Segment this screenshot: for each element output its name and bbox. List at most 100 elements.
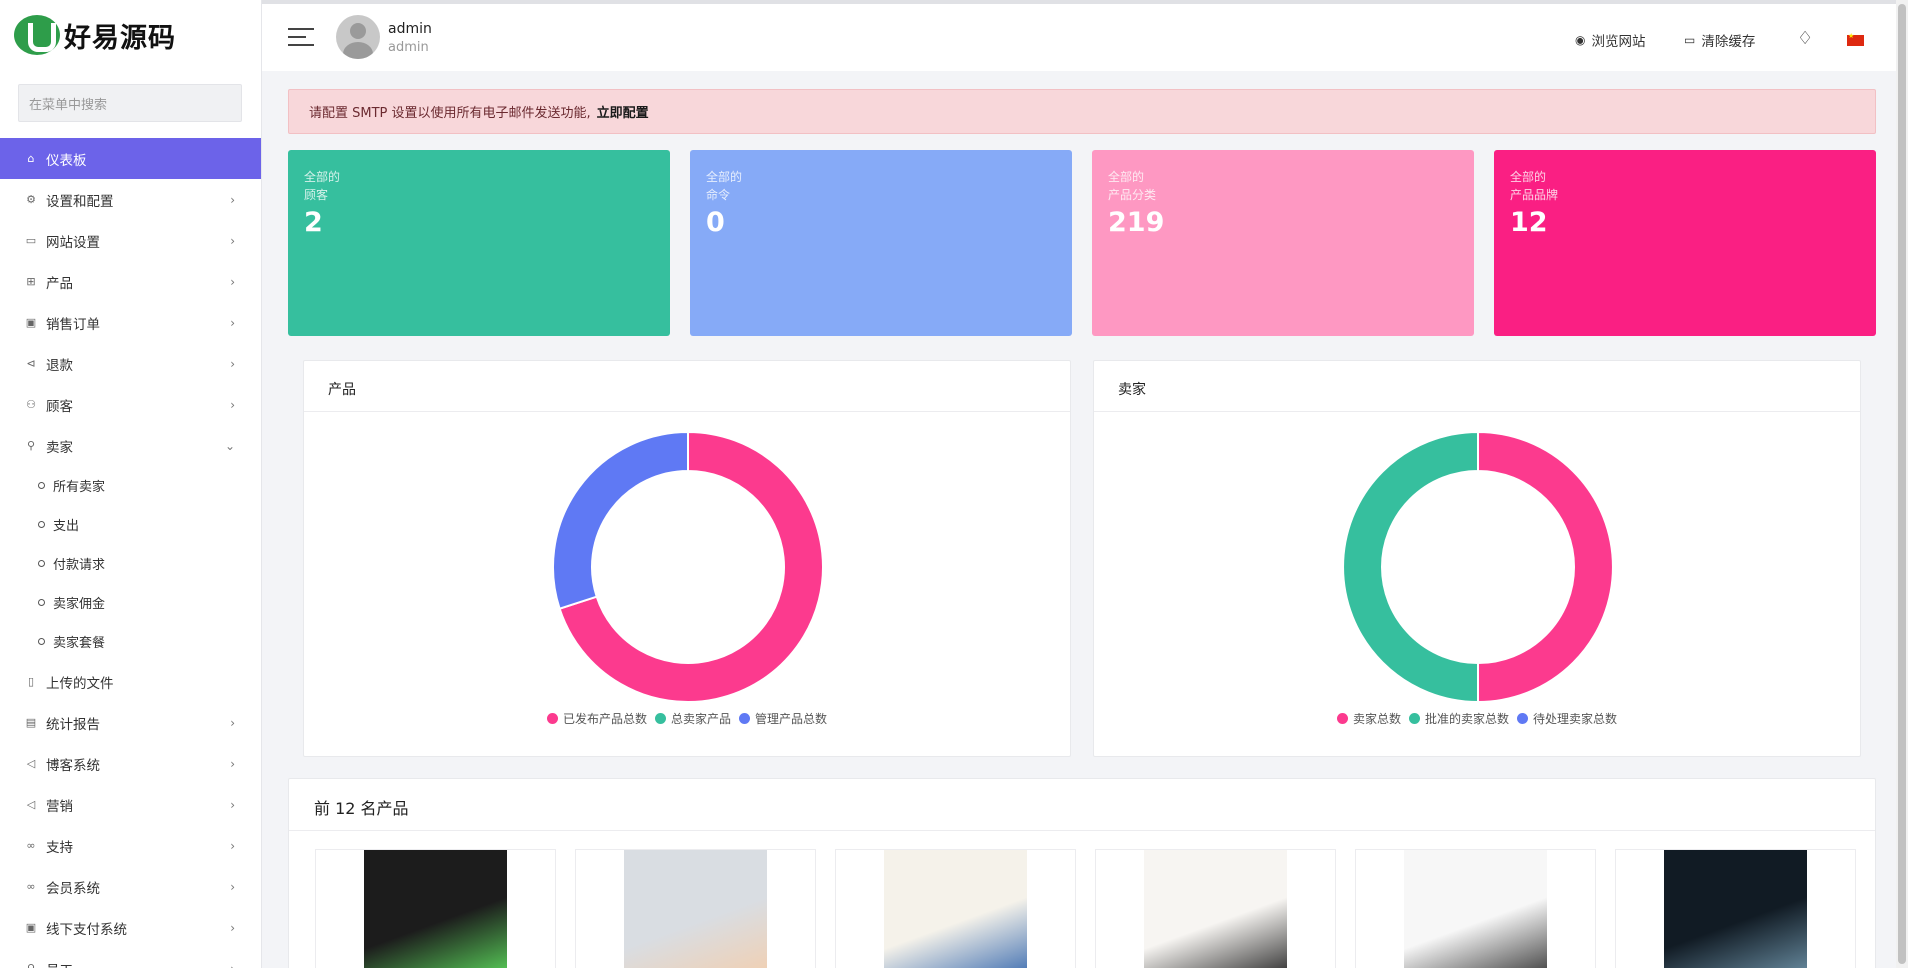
sidebar-sub-item-label: 卖家套餐 bbox=[53, 636, 106, 651]
iphone-image bbox=[883, 850, 1028, 968]
avatar[interactable] bbox=[336, 15, 380, 59]
sidebar-item[interactable]: ∞ 支持 › bbox=[0, 825, 261, 866]
link-icon: ∞ bbox=[26, 839, 36, 852]
sidebar-item[interactable]: ▭ 网站设置 › bbox=[0, 220, 261, 261]
product-tile[interactable] bbox=[1615, 849, 1856, 968]
sidebar-item[interactable]: ⚇ 顾客 › bbox=[0, 384, 261, 425]
legend-item[interactable]: 已发布产品总数 bbox=[546, 710, 647, 727]
stat-value: 219 bbox=[1108, 207, 1165, 238]
sidebar-item[interactable]: ◁ 营销 › bbox=[0, 784, 261, 825]
donut-slice[interactable] bbox=[552, 430, 689, 610]
users-icon: ⚇ bbox=[26, 398, 36, 411]
top-bar: admin admin ◉ 浏览网站 ▭ 清除缓存 ♢ bbox=[262, 0, 1908, 71]
chevron-icon: › bbox=[230, 797, 235, 812]
sidebar-item-label: 仪表板 bbox=[46, 152, 87, 169]
logo[interactable]: 好易源码 bbox=[0, 0, 261, 70]
chevron-icon: › bbox=[230, 715, 235, 730]
sidebar-sub-item[interactable]: 所有卖家 bbox=[0, 466, 261, 505]
legend-item[interactable]: 卖家总数 bbox=[1336, 710, 1401, 727]
donut-slice[interactable] bbox=[1477, 430, 1614, 702]
sidebar-item-label: 营销 bbox=[46, 798, 73, 815]
product-tile[interactable] bbox=[1095, 849, 1336, 968]
product-tile[interactable] bbox=[1355, 849, 1596, 968]
sidebar-item-label: 设置和配置 bbox=[46, 193, 114, 210]
sidebar: 好易源码 在菜单中搜索 ⌂ 仪表板 ⚙ 设置和配置 › ▭ 网站设置 › ⊞ 产品 › ▣ 销售订单 › ⊲… bbox=[0, 0, 262, 968]
language-flag-icon[interactable] bbox=[1847, 32, 1864, 46]
sidebar-item-label: 会员系统 bbox=[46, 880, 100, 897]
iphone-graphite-image bbox=[1403, 850, 1548, 968]
menu-search-input[interactable]: 在菜单中搜索 bbox=[18, 84, 242, 122]
sidebar-item[interactable]: ⚲ 员工› bbox=[0, 948, 261, 968]
scrollbar-thumb[interactable] bbox=[1898, 4, 1906, 964]
chevron-icon: › bbox=[230, 315, 235, 330]
pc-case-image bbox=[363, 850, 508, 968]
stat-value: 12 bbox=[1510, 207, 1548, 238]
iphone-gold-image bbox=[1143, 850, 1288, 968]
globe-icon: ◉ bbox=[1575, 33, 1586, 47]
legend-item[interactable]: 总卖家产品 bbox=[654, 710, 731, 727]
megaphone-icon: ◁ bbox=[26, 798, 36, 811]
product-tile[interactable] bbox=[835, 849, 1076, 968]
sidebar-item[interactable]: ∞ 会员系统 › bbox=[0, 866, 261, 907]
sidebar-item-label: 产品 bbox=[46, 275, 73, 292]
sellers-chart-title: 卖家 bbox=[1094, 361, 1860, 412]
sidebar-item[interactable]: ◁ 博客系统 › bbox=[0, 743, 261, 784]
hamburger-menu-icon[interactable] bbox=[288, 28, 314, 52]
visit-site-button[interactable]: ◉ 浏览网站 bbox=[1575, 30, 1645, 50]
sellers-chart-legend: 卖家总数 批准的卖家总数 待处理卖家总数 bbox=[1094, 710, 1860, 727]
sidebar-item[interactable]: ⊲ 退款 › bbox=[0, 343, 261, 384]
user-icon: ⚲ bbox=[24, 962, 38, 968]
user-icon: ⚲ bbox=[26, 439, 36, 452]
legend-item[interactable]: 待处理卖家总数 bbox=[1517, 710, 1617, 727]
file-icon: ▯ bbox=[27, 675, 35, 688]
cart-icon: ⊞ bbox=[26, 275, 36, 288]
sidebar-item[interactable]: ▣ 线下支付系统 › bbox=[0, 907, 261, 948]
sidebar-item[interactable]: ⊞ 产品 › bbox=[0, 261, 261, 302]
sidebar-item[interactable]: ▯ 上传的文件 bbox=[0, 661, 261, 702]
cash-icon: ▣ bbox=[25, 921, 37, 934]
legend-label: 批准的卖家总数 bbox=[1424, 712, 1509, 726]
sidebar-sub-item[interactable]: 卖家套餐 bbox=[0, 622, 261, 661]
product-tile[interactable] bbox=[315, 849, 556, 968]
sidebar-item[interactable]: ⌂ 仪表板 bbox=[0, 138, 261, 179]
stat-label: 全部的 bbox=[706, 170, 743, 184]
legend-item[interactable]: 管理产品总数 bbox=[739, 710, 827, 727]
sidebar-sub-item[interactable]: 卖家佣金 bbox=[0, 583, 261, 622]
sidebar-item[interactable]: ▣ 销售订单 › bbox=[0, 302, 261, 343]
sidebar-item[interactable]: ▤ 统计报告 › bbox=[0, 702, 261, 743]
sidebar-sub-item-label: 卖家佣金 bbox=[53, 597, 106, 612]
chevron-icon: › bbox=[230, 838, 235, 853]
configure-now-link[interactable]: 立即配置 bbox=[597, 102, 649, 121]
refund-icon: ⊲ bbox=[26, 357, 36, 370]
sellers-donut-chart bbox=[1342, 430, 1614, 702]
iphone-wallpaper-image bbox=[1663, 850, 1808, 968]
sidebar-sub-item-label: 付款请求 bbox=[53, 558, 106, 573]
legend-item[interactable]: 批准的卖家总数 bbox=[1408, 710, 1509, 727]
chevron-icon: › bbox=[230, 879, 235, 894]
product-tile[interactable] bbox=[575, 849, 816, 968]
monitor-icon: ▭ bbox=[25, 234, 37, 247]
bell-icon[interactable]: ♢ bbox=[1797, 28, 1813, 49]
circle-icon bbox=[38, 560, 45, 567]
legend-label: 总卖家产品 bbox=[670, 712, 731, 726]
legend-swatch bbox=[546, 713, 558, 724]
stat-label: 产品分类 bbox=[1108, 188, 1157, 202]
sidebar-item[interactable]: ⚲ 卖家 ⌄ bbox=[0, 425, 261, 466]
page-scrollbar[interactable] bbox=[1896, 0, 1908, 968]
sidebar-sub-item-label: 所有卖家 bbox=[53, 480, 106, 495]
user-name[interactable]: admin bbox=[388, 21, 432, 37]
sidebar-item[interactable]: ⚙ 设置和配置 › bbox=[0, 179, 261, 220]
chevron-icon: › bbox=[230, 233, 235, 248]
top-products-card: 前 12 名产品 bbox=[288, 778, 1876, 968]
clear-cache-button[interactable]: ▭ 清除缓存 bbox=[1684, 30, 1755, 50]
sidebar-item-label: 退款 bbox=[46, 357, 73, 374]
chevron-icon: › bbox=[230, 397, 235, 412]
stat-card: 全部的 产品品牌 12 bbox=[1494, 150, 1876, 336]
stat-value: 2 bbox=[304, 207, 323, 238]
sidebar-sub-item[interactable]: 支出 bbox=[0, 505, 261, 544]
donut-slice[interactable] bbox=[1342, 430, 1479, 702]
sidebar-item-label: 网站设置 bbox=[46, 234, 100, 251]
chevron-icon: › bbox=[230, 274, 235, 289]
sidebar-sub-item[interactable]: 付款请求 bbox=[0, 544, 261, 583]
sidebar-item-label: 上传的文件 bbox=[46, 675, 114, 692]
